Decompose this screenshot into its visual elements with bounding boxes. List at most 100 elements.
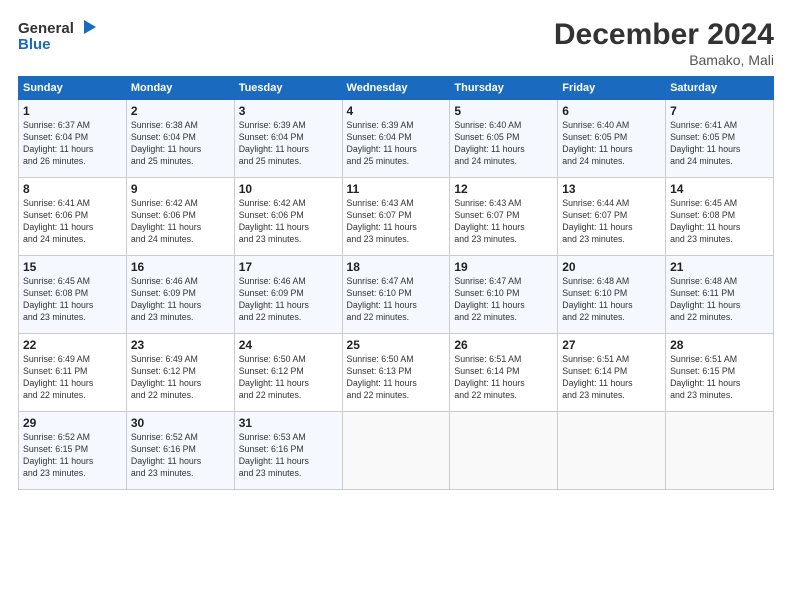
table-row: 25 Sunrise: 6:50 AMSunset: 6:13 PMDayligh… (342, 334, 450, 412)
day-info: Sunrise: 6:42 AMSunset: 6:06 PMDaylight:… (131, 198, 201, 244)
day-number: 17 (239, 260, 338, 274)
calendar-title: December 2024 (554, 18, 774, 52)
day-number: 14 (670, 182, 769, 196)
table-row: 20 Sunrise: 6:48 AMSunset: 6:10 PMDayligh… (558, 256, 666, 334)
table-row: 8 Sunrise: 6:41 AMSunset: 6:06 PMDaylight… (19, 178, 127, 256)
day-info: Sunrise: 6:40 AMSunset: 6:05 PMDaylight:… (562, 120, 632, 166)
day-number: 16 (131, 260, 230, 274)
day-number: 2 (131, 104, 230, 118)
day-info: Sunrise: 6:46 AMSunset: 6:09 PMDaylight:… (239, 276, 309, 322)
day-number: 4 (347, 104, 446, 118)
table-row: 14Sunrise: 6:45 AMSunset: 6:08 PMDayligh… (666, 178, 774, 256)
day-number: 30 (131, 416, 230, 430)
table-row (450, 412, 558, 490)
day-number: 29 (23, 416, 122, 430)
table-row: 15 Sunrise: 6:45 AMSunset: 6:08 PMDayligh… (19, 256, 127, 334)
table-row (666, 412, 774, 490)
table-row: 22Sunrise: 6:49 AMSunset: 6:11 PMDayligh… (19, 334, 127, 412)
day-info: Sunrise: 6:37 AMSunset: 6:04 PMDaylight:… (23, 120, 93, 166)
day-number: 1 (23, 104, 122, 118)
day-number: 6 (562, 104, 661, 118)
table-row: 7 Sunrise: 6:41 AMSunset: 6:05 PMDaylight… (666, 100, 774, 178)
table-row: 11Sunrise: 6:43 AMSunset: 6:07 PMDayligh… (342, 178, 450, 256)
table-row (558, 412, 666, 490)
table-row: 6 Sunrise: 6:40 AMSunset: 6:05 PMDaylight… (558, 100, 666, 178)
table-row: 2 Sunrise: 6:38 AMSunset: 6:04 PMDaylight… (126, 100, 234, 178)
day-info: Sunrise: 6:41 AMSunset: 6:06 PMDaylight:… (23, 198, 93, 244)
logo-blue: Blue (18, 36, 51, 53)
table-row: 16 Sunrise: 6:46 AMSunset: 6:09 PMDayligh… (126, 256, 234, 334)
header: General Blue December 2024 Bamako, Mali (18, 18, 774, 68)
logo: General Blue (18, 18, 98, 53)
day-info: Sunrise: 6:49 AMSunset: 6:11 PMDaylight:… (23, 354, 93, 400)
title-block: December 2024 Bamako, Mali (554, 18, 774, 68)
table-row: 9 Sunrise: 6:42 AMSunset: 6:06 PMDaylight… (126, 178, 234, 256)
table-row: 1 Sunrise: 6:37 AMSunset: 6:04 PMDaylight… (19, 100, 127, 178)
table-row: 17 Sunrise: 6:46 AMSunset: 6:09 PMDayligh… (234, 256, 342, 334)
table-row: 3Sunrise: 6:39 AMSunset: 6:04 PMDaylight… (234, 100, 342, 178)
day-info: Sunrise: 6:42 AMSunset: 6:06 PMDaylight:… (239, 198, 309, 244)
table-row: 29 Sunrise: 6:52 AMSunset: 6:15 PMDayligh… (19, 412, 127, 490)
calendar-week-1: 1 Sunrise: 6:37 AMSunset: 6:04 PMDaylight… (19, 100, 774, 178)
day-number: 18 (347, 260, 446, 274)
day-number: 10 (239, 182, 338, 196)
calendar-week-4: 22Sunrise: 6:49 AMSunset: 6:11 PMDayligh… (19, 334, 774, 412)
day-info: Sunrise: 6:51 AMSunset: 6:14 PMDaylight:… (454, 354, 524, 400)
day-number: 25 (347, 338, 446, 352)
day-info: Sunrise: 6:52 AMSunset: 6:16 PMDaylight:… (131, 432, 201, 478)
day-info: Sunrise: 6:52 AMSunset: 6:15 PMDaylight:… (23, 432, 93, 478)
day-info: Sunrise: 6:53 AMSunset: 6:16 PMDaylight:… (239, 432, 309, 478)
day-number: 28 (670, 338, 769, 352)
day-number: 27 (562, 338, 661, 352)
logo-general: General (18, 20, 74, 37)
table-row: 4 Sunrise: 6:39 AMSunset: 6:04 PMDaylight… (342, 100, 450, 178)
header-thursday: Thursday (450, 77, 558, 100)
day-number: 24 (239, 338, 338, 352)
day-number: 26 (454, 338, 553, 352)
header-sunday: Sunday (19, 77, 127, 100)
day-info: Sunrise: 6:41 AMSunset: 6:05 PMDaylight:… (670, 120, 740, 166)
day-number: 23 (131, 338, 230, 352)
table-row: 10 Sunrise: 6:42 AMSunset: 6:06 PMDayligh… (234, 178, 342, 256)
day-info: Sunrise: 6:50 AMSunset: 6:13 PMDaylight:… (347, 354, 417, 400)
page: General Blue December 2024 Bamako, Mali … (0, 0, 792, 612)
day-number: 15 (23, 260, 122, 274)
table-row (342, 412, 450, 490)
day-number: 7 (670, 104, 769, 118)
day-number: 3 (239, 104, 338, 118)
day-info: Sunrise: 6:46 AMSunset: 6:09 PMDaylight:… (131, 276, 201, 322)
calendar-week-3: 15 Sunrise: 6:45 AMSunset: 6:08 PMDayligh… (19, 256, 774, 334)
table-row: 12 Sunrise: 6:43 AMSunset: 6:07 PMDayligh… (450, 178, 558, 256)
day-info: Sunrise: 6:47 AMSunset: 6:10 PMDaylight:… (347, 276, 417, 322)
day-info: Sunrise: 6:47 AMSunset: 6:10 PMDaylight:… (454, 276, 524, 322)
day-info: Sunrise: 6:44 AMSunset: 6:07 PMDaylight:… (562, 198, 632, 244)
header-tuesday: Tuesday (234, 77, 342, 100)
calendar-table: Sunday Monday Tuesday Wednesday Thursday… (18, 76, 774, 490)
day-info: Sunrise: 6:51 AMSunset: 6:15 PMDaylight:… (670, 354, 740, 400)
table-row: 21 Sunrise: 6:48 AMSunset: 6:11 PMDayligh… (666, 256, 774, 334)
day-number: 13 (562, 182, 661, 196)
day-info: Sunrise: 6:48 AMSunset: 6:11 PMDaylight:… (670, 276, 740, 322)
day-number: 20 (562, 260, 661, 274)
table-row: 24Sunrise: 6:50 AMSunset: 6:12 PMDayligh… (234, 334, 342, 412)
day-number: 8 (23, 182, 122, 196)
day-number: 5 (454, 104, 553, 118)
day-info: Sunrise: 6:51 AMSunset: 6:14 PMDaylight:… (562, 354, 632, 400)
logo-icon (76, 16, 98, 38)
table-row: 30 Sunrise: 6:52 AMSunset: 6:16 PMDayligh… (126, 412, 234, 490)
day-number: 21 (670, 260, 769, 274)
day-number: 19 (454, 260, 553, 274)
day-info: Sunrise: 6:45 AMSunset: 6:08 PMDaylight:… (23, 276, 93, 322)
day-info: Sunrise: 6:43 AMSunset: 6:07 PMDaylight:… (347, 198, 417, 244)
day-info: Sunrise: 6:38 AMSunset: 6:04 PMDaylight:… (131, 120, 201, 166)
day-info: Sunrise: 6:43 AMSunset: 6:07 PMDaylight:… (454, 198, 524, 244)
day-info: Sunrise: 6:48 AMSunset: 6:10 PMDaylight:… (562, 276, 632, 322)
day-info: Sunrise: 6:49 AMSunset: 6:12 PMDaylight:… (131, 354, 201, 400)
table-row: 13 Sunrise: 6:44 AMSunset: 6:07 PMDayligh… (558, 178, 666, 256)
day-number: 12 (454, 182, 553, 196)
header-friday: Friday (558, 77, 666, 100)
table-row: 27 Sunrise: 6:51 AMSunset: 6:14 PMDayligh… (558, 334, 666, 412)
table-row: 18 Sunrise: 6:47 AMSunset: 6:10 PMDayligh… (342, 256, 450, 334)
day-number: 9 (131, 182, 230, 196)
day-info: Sunrise: 6:39 AMSunset: 6:04 PMDaylight:… (347, 120, 417, 166)
